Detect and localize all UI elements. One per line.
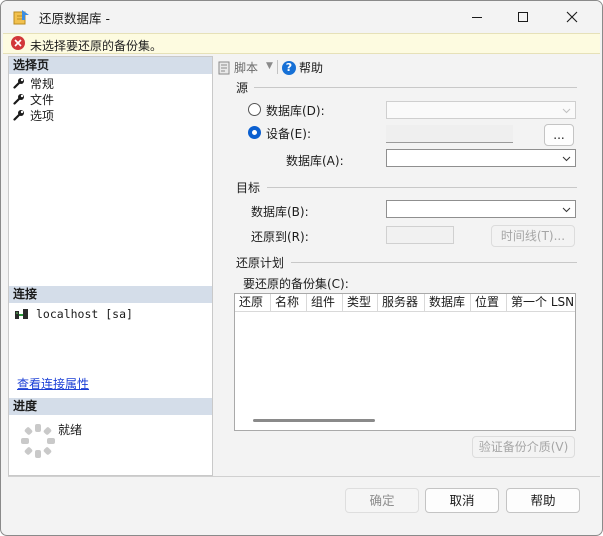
maximize-button[interactable] [500,1,546,32]
timeline-button[interactable]: 时间线(T)... [491,225,575,247]
script-button[interactable]: 脚本 [217,59,258,76]
device-database-select[interactable] [386,149,576,167]
source-database-select[interactable] [386,101,576,119]
help-button[interactable]: 帮助 [506,488,580,513]
wrench-icon [13,78,24,89]
toolbar-separator [277,60,278,74]
restore-to-label: 还原到(R): [251,230,309,244]
column-header-component[interactable]: 组件 [307,294,343,312]
minimize-icon [472,16,482,18]
select-page-header: 选择页 [9,57,212,74]
left-panel: 选择页 常规 文件 选项 连接 localhost [sa] 查看连接属性 进度… [8,56,213,476]
help-label: 帮助 [299,61,324,75]
column-header-restore[interactable]: 还原 [235,294,271,312]
restore-to-field [386,226,454,244]
device-path-field[interactable] [386,125,513,143]
wrench-icon [13,94,24,105]
title-bar: 还原数据库 - [1,1,602,32]
help-toolbar-button[interactable]: ? 帮助 [282,59,323,76]
horizontal-scrollbar[interactable] [253,419,375,422]
target-database-select[interactable] [386,200,576,218]
chevron-down-icon [562,207,571,213]
page-item-files[interactable]: 文件 [13,91,54,107]
database-source-radio[interactable] [248,103,261,116]
footer-divider [8,476,600,477]
restore-plan-divider [291,262,577,263]
chevron-down-icon[interactable]: ▼ [266,61,273,71]
chevron-down-icon [562,108,571,114]
chevron-down-icon [562,156,571,162]
column-header-name[interactable]: 名称 [271,294,307,312]
view-connection-properties-link[interactable]: 查看连接属性 [17,375,89,392]
backup-sets-label: 要还原的备份集(C): [243,277,349,291]
script-icon [218,61,230,74]
device-database-label: 数据库(A): [286,154,344,168]
error-icon [11,36,25,50]
wrench-icon [13,110,24,121]
error-message-bar: 未选择要还原的备份集。 [3,33,600,54]
target-divider [267,187,577,188]
maximize-icon [518,11,528,22]
toolbar: 脚本 ▼ ? 帮助 [213,56,600,78]
close-button[interactable] [549,1,595,32]
connection-header: 连接 [9,286,212,303]
target-group-title: 目标 [236,181,261,195]
script-label: 脚本 [234,61,259,75]
browse-device-button[interactable]: ... [544,124,574,146]
page-item-label: 选项 [30,108,55,123]
window-title: 还原数据库 - [39,11,110,26]
backup-sets-table[interactable]: 还原 名称 组件 类型 服务器 数据库 位置 第一个 LSN [234,293,576,431]
progress-spinner-icon [19,422,57,460]
column-header-type[interactable]: 类型 [343,294,378,312]
page-item-options[interactable]: 选项 [13,107,54,123]
verify-backup-media-button[interactable]: 验证备份介质(V) [472,436,575,458]
connection-server: localhost [sa] [14,307,133,321]
database-source-label: 数据库(D): [266,104,325,118]
help-icon: ? [282,60,296,75]
database-restore-icon [13,9,31,25]
restore-database-window: 还原数据库 - 未选择要还原的备份集。 选择页 常规 文件 选项 连接 loca… [0,0,603,536]
device-source-radio[interactable] [248,126,261,139]
progress-status: 就绪 [58,423,83,437]
minimize-button[interactable] [454,1,500,32]
table-header: 还原 名称 组件 类型 服务器 数据库 位置 第一个 LSN [235,294,575,312]
cancel-button[interactable]: 取消 [425,488,499,513]
source-group-title: 源 [236,81,249,95]
column-header-position[interactable]: 位置 [471,294,507,312]
right-panel: 脚本 ▼ ? 帮助 源 数据库(D): 设备(E): ... 数据库(A): 目… [213,56,600,476]
close-icon [566,11,578,22]
device-source-label: 设备(E): [266,127,311,141]
error-message: 未选择要还原的备份集。 [30,39,163,53]
column-header-database[interactable]: 数据库 [425,294,471,312]
page-item-general[interactable]: 常规 [13,75,54,91]
server-connection-icon [15,309,28,319]
column-header-first-lsn[interactable]: 第一个 LSN [507,294,575,312]
source-divider [254,87,577,88]
restore-plan-group-title: 还原计划 [236,256,285,270]
progress-header: 进度 [9,398,212,415]
column-header-server[interactable]: 服务器 [378,294,425,312]
connection-server-label: localhost [sa] [36,307,133,321]
target-database-label: 数据库(B): [251,205,309,219]
ok-button[interactable]: 确定 [345,488,419,513]
page-item-label: 文件 [30,92,55,107]
page-item-label: 常规 [30,76,55,91]
